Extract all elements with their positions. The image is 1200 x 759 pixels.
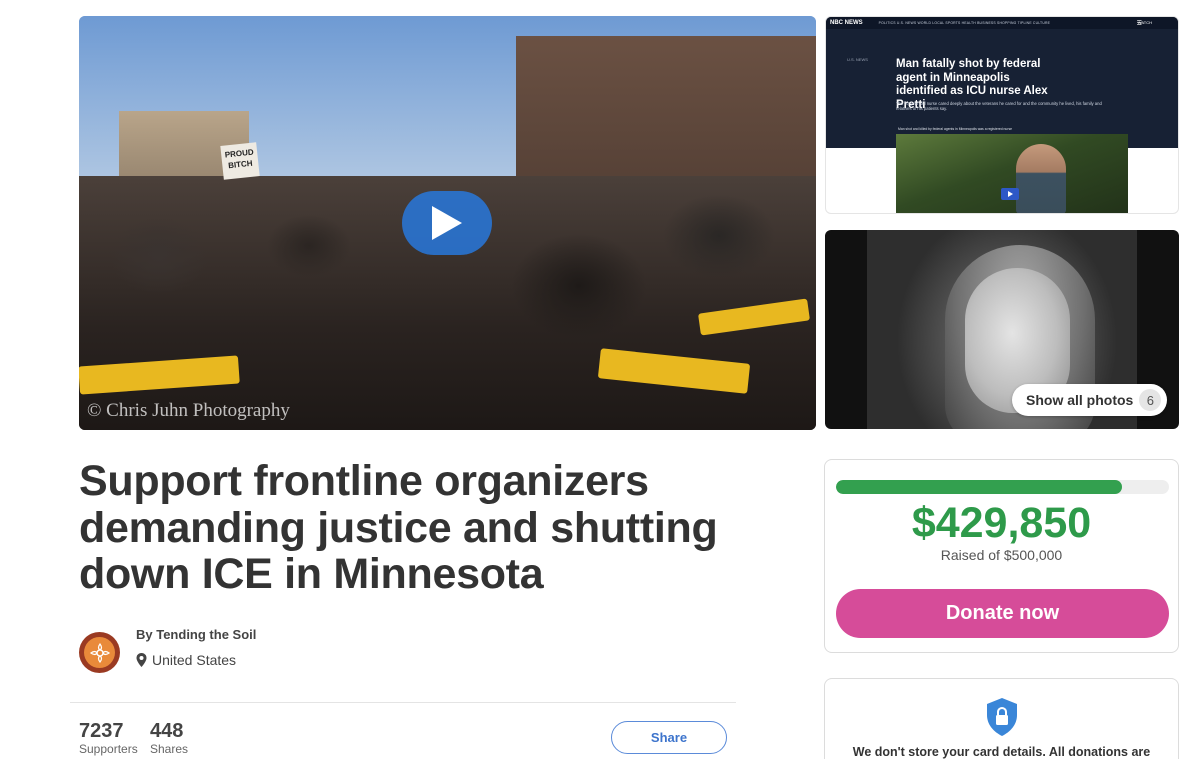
location-pin-icon xyxy=(136,653,147,667)
security-text: We don't store your card details. All do… xyxy=(852,745,1151,759)
donation-card: $429,850 Raised of $500,000 Donate now xyxy=(824,459,1179,653)
news-header-area: NBC NEWS POLITICS U.S. NEWS WORLD LOCAL … xyxy=(826,17,1178,148)
organizer-avatar[interactable] xyxy=(79,632,120,673)
hero-video-thumbnail[interactable]: PROUD BITCH © Chris Juhn Photography xyxy=(79,16,816,430)
show-all-photos-button[interactable]: Show all photos 6 xyxy=(1012,384,1168,416)
supporters-label: Supporters xyxy=(79,742,138,756)
flower-icon xyxy=(89,642,110,663)
news-photo xyxy=(896,134,1128,213)
security-card: We don't store your card details. All do… xyxy=(824,678,1179,759)
organizer-name[interactable]: By Tending the Soil xyxy=(136,627,256,642)
organizer-location: United States xyxy=(136,652,236,668)
news-photo-person xyxy=(1016,144,1066,213)
fundraising-progress-bar xyxy=(836,480,1169,494)
news-nav: NBC NEWS POLITICS U.S. NEWS WORLD LOCAL … xyxy=(826,17,1178,29)
protest-sign: PROUD BITCH xyxy=(220,142,260,180)
play-icon xyxy=(432,206,462,240)
show-all-photos-label: Show all photos xyxy=(1026,392,1134,408)
donate-now-button[interactable]: Donate now xyxy=(836,589,1169,638)
divider xyxy=(70,702,736,703)
news-section: U.S. NEWS xyxy=(847,57,868,62)
amount-raised: $429,850 xyxy=(911,499,1092,547)
shares-label: Shares xyxy=(150,742,189,756)
organizer-logo xyxy=(84,637,115,668)
play-button[interactable] xyxy=(402,191,492,255)
news-dek: The 37-year-old nurse cared deeply about… xyxy=(896,101,1102,112)
lock-shield-icon xyxy=(987,698,1017,736)
progress-fill xyxy=(836,480,1123,494)
shares-count: 448 xyxy=(150,720,184,742)
goal-text: Raised of $500,000 xyxy=(940,547,1063,563)
supporters-stat: 7237 Supporters xyxy=(79,720,138,756)
gallery-photo-portrait[interactable]: Show all photos 6 xyxy=(825,230,1179,429)
photo-count-badge: 6 xyxy=(1139,389,1162,411)
photo-watermark: © Chris Juhn Photography xyxy=(87,400,290,421)
news-play-icon xyxy=(1001,188,1019,200)
campaign-title: Support frontline organizers demanding j… xyxy=(79,457,718,598)
news-logo: NBC NEWS xyxy=(830,20,863,26)
news-nav-links: POLITICS U.S. NEWS WORLD LOCAL SPORTS HE… xyxy=(878,21,1051,25)
location-text: United States xyxy=(152,652,237,668)
shares-stat: 448 Shares xyxy=(150,720,188,756)
share-button[interactable]: Share xyxy=(611,721,727,754)
menu-icon: ☰ xyxy=(1136,21,1142,27)
news-caption: Man shot and killed by federal agents in… xyxy=(898,127,1013,131)
gallery-photo-news[interactable]: NBC NEWS POLITICS U.S. NEWS WORLD LOCAL … xyxy=(825,16,1179,214)
supporters-count: 7237 xyxy=(79,720,124,742)
